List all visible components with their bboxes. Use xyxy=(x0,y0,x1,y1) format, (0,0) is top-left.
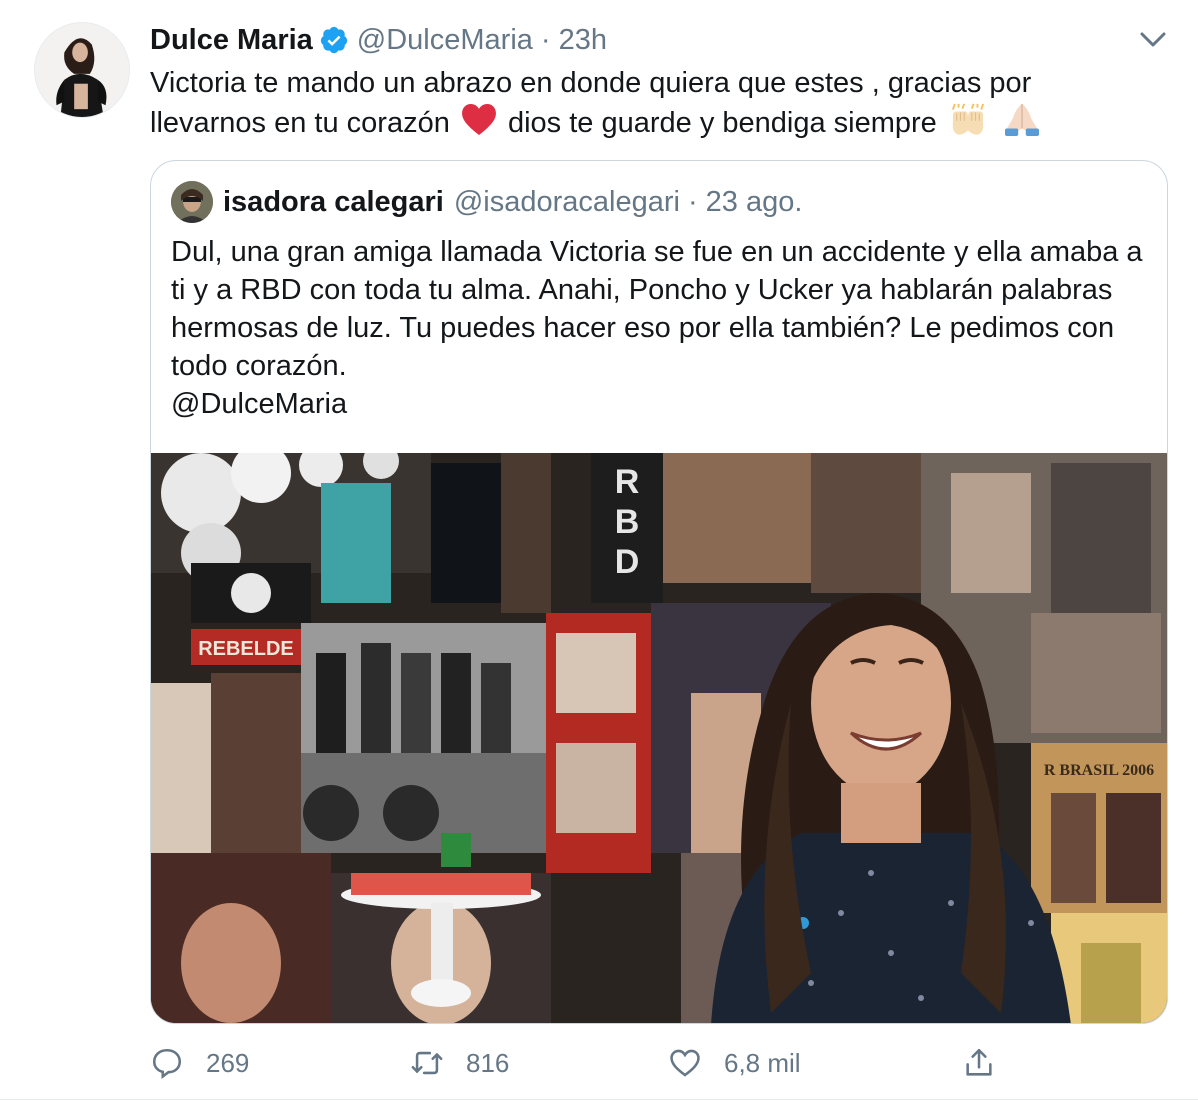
tweet-text: Victoria te mando un abrazo en donde qui… xyxy=(150,64,1150,146)
photo-rbd-letter-r: R xyxy=(615,463,640,501)
author-avatar[interactable] xyxy=(34,22,130,118)
retweet-icon xyxy=(410,1046,444,1080)
reply-count: 269 xyxy=(206,1047,250,1078)
author-handle[interactable]: @DulceMaria xyxy=(357,24,533,57)
quoted-tweet-photo[interactable]: R B D REBELDE R BRASIL 2006 xyxy=(151,453,1167,1023)
quoted-author-avatar[interactable] xyxy=(171,181,213,223)
quoted-author-handle[interactable]: @isadoracalegari xyxy=(454,186,680,219)
tweet-header: Dulce Maria @DulceMaria · 23h xyxy=(150,20,607,60)
heart-icon xyxy=(668,1046,702,1080)
tweet-text-end: dios te guarde y bendiga siempre xyxy=(507,107,937,139)
raising-hands-icon xyxy=(949,102,987,146)
photo-brasil-text: R BRASIL 2006 xyxy=(1044,762,1154,779)
quoted-tweet-text: Dul, una gran amiga llamada Victoria se … xyxy=(171,236,1143,382)
like-button[interactable]: 6,8 mil xyxy=(668,1040,801,1086)
chevron-down-icon[interactable] xyxy=(1138,28,1168,52)
tweet-actions: 269 816 6,8 mil xyxy=(150,1040,1168,1086)
like-count: 6,8 mil xyxy=(724,1047,801,1078)
quoted-author-name[interactable]: isadora calegari xyxy=(223,186,444,219)
photo-rbd-letter-d: D xyxy=(615,543,640,581)
quoted-timestamp[interactable]: 23 ago. xyxy=(706,186,803,219)
retweet-count: 816 xyxy=(466,1047,510,1078)
verified-badge-icon xyxy=(319,25,349,55)
reply-icon xyxy=(150,1046,184,1080)
tweet[interactable]: Dulce Maria @DulceMaria · 23h Victoria t… xyxy=(0,0,1198,1100)
share-button[interactable] xyxy=(962,1040,996,1086)
share-icon xyxy=(962,1046,996,1080)
retweet-button[interactable]: 816 xyxy=(410,1040,509,1086)
photo-rebelde-text: REBELDE xyxy=(198,638,294,660)
tweet-timestamp[interactable]: 23h xyxy=(559,24,607,57)
folded-hands-icon xyxy=(1003,102,1041,146)
mention-link[interactable]: @DulceMaria xyxy=(171,385,347,423)
quoted-tweet[interactable]: isadora calegari @isadoracalegari · 23 a… xyxy=(150,160,1168,1024)
quoted-tweet-header: isadora calegari @isadoracalegari · 23 a… xyxy=(223,181,802,223)
separator-dot: · xyxy=(687,185,698,218)
photo-rbd-letter-b: B xyxy=(615,503,640,541)
author-name[interactable]: Dulce Maria xyxy=(150,24,313,57)
red-heart-icon xyxy=(461,104,496,146)
separator-dot: · xyxy=(540,23,551,56)
reply-button[interactable]: 269 xyxy=(150,1040,249,1086)
